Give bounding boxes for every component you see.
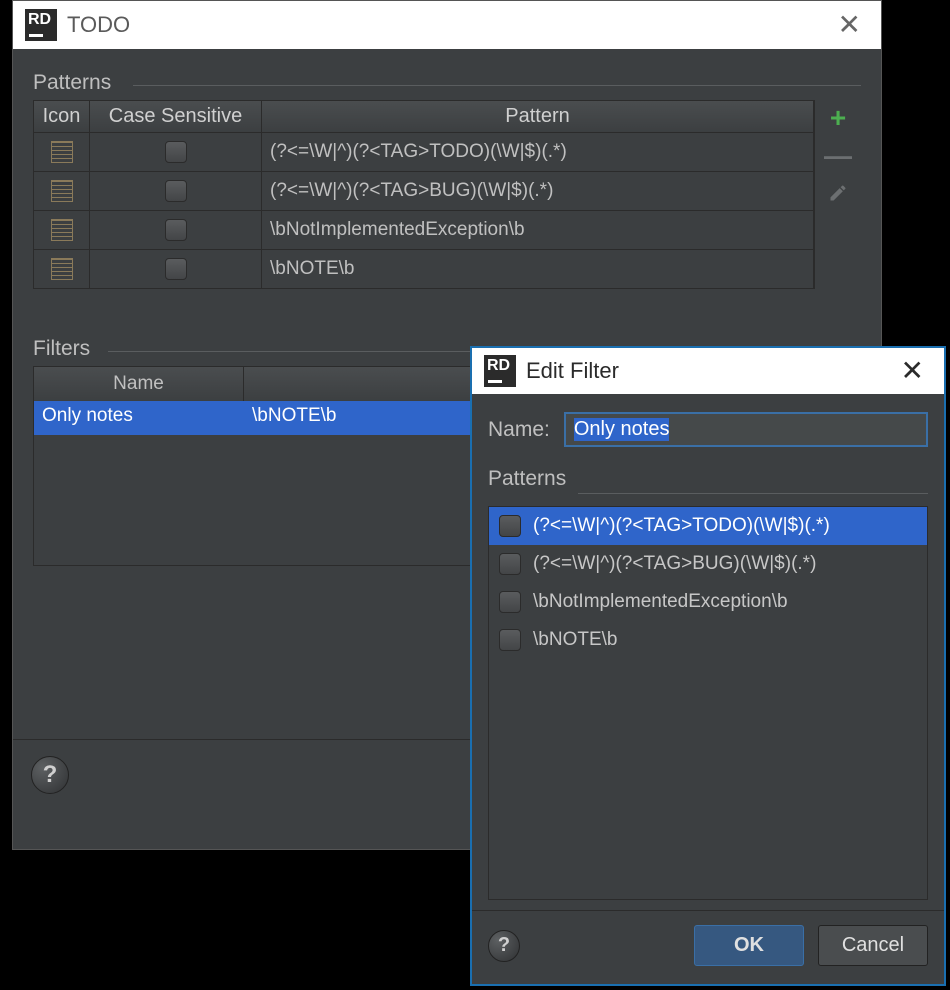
note-icon xyxy=(51,258,73,280)
close-icon[interactable]: ✕ xyxy=(830,11,869,39)
edit-title: Edit Filter xyxy=(526,358,893,384)
help-button[interactable]: ? xyxy=(31,756,69,794)
pattern-text: (?<=\W|^)(?<TAG>BUG)(\W|$)(.*) xyxy=(533,553,816,575)
table-row[interactable]: \bNOTE\b xyxy=(34,249,814,288)
remove-pattern-button[interactable]: — xyxy=(824,142,852,170)
rider-logo-icon: RD xyxy=(484,355,516,387)
pattern-text: (?<=\W|^)(?<TAG>TODO)(\W|$)(.*) xyxy=(533,515,830,537)
ok-button[interactable]: OK xyxy=(694,925,804,966)
pattern-cell: (?<=\W|^)(?<TAG>TODO)(\W|$)(.*) xyxy=(262,133,814,171)
pattern-checkbox[interactable] xyxy=(499,591,521,613)
pattern-cell: (?<=\W|^)(?<TAG>BUG)(\W|$)(.*) xyxy=(262,172,814,210)
patterns-table[interactable]: Icon Case Sensitive Pattern (?<=\W|^)(?<… xyxy=(33,100,815,289)
patterns-section-label: Patterns xyxy=(33,71,861,95)
rider-logo-icon: RD xyxy=(25,9,57,41)
case-sensitive-checkbox[interactable] xyxy=(165,180,187,202)
filter-col-header-name[interactable]: Name xyxy=(34,367,244,401)
help-button[interactable]: ? xyxy=(488,930,520,962)
main-title: TODO xyxy=(67,12,830,38)
case-sensitive-checkbox[interactable] xyxy=(165,258,187,280)
table-row[interactable]: \bNotImplementedException\b xyxy=(34,210,814,249)
list-item[interactable]: \bNotImplementedException\b xyxy=(489,583,927,621)
patterns-separator xyxy=(133,85,861,86)
cancel-button[interactable]: Cancel xyxy=(818,925,928,966)
case-sensitive-checkbox[interactable] xyxy=(165,141,187,163)
edit-pattern-button[interactable] xyxy=(828,180,848,208)
pattern-checkbox[interactable] xyxy=(499,515,521,537)
pattern-checkbox[interactable] xyxy=(499,553,521,575)
edit-body: Name: Patterns (?<=\W|^)(?<TAG>TODO)(\W|… xyxy=(472,394,944,910)
col-header-pattern[interactable]: Pattern xyxy=(262,101,814,132)
list-item[interactable]: (?<=\W|^)(?<TAG>BUG)(\W|$)(.*) xyxy=(489,545,927,583)
list-item[interactable]: \bNOTE\b xyxy=(489,621,927,659)
edit-filter-dialog: RD Edit Filter ✕ Name: Patterns (?<=\W|^… xyxy=(470,346,946,986)
edit-footer: ? OK Cancel xyxy=(472,910,944,984)
edit-patterns-label: Patterns xyxy=(488,467,928,491)
pattern-cell: \bNotImplementedException\b xyxy=(262,211,814,249)
edit-titlebar: RD Edit Filter ✕ xyxy=(472,348,944,394)
main-titlebar: RD TODO ✕ xyxy=(13,1,881,49)
note-icon xyxy=(51,141,73,163)
pattern-cell: \bNOTE\b xyxy=(262,250,814,288)
add-pattern-button[interactable]: + xyxy=(830,104,846,132)
edit-patterns-list[interactable]: (?<=\W|^)(?<TAG>TODO)(\W|$)(.*) (?<=\W|^)… xyxy=(488,506,928,900)
pencil-icon xyxy=(828,183,848,203)
edit-patterns-separator xyxy=(578,493,928,494)
pattern-checkbox[interactable] xyxy=(499,629,521,651)
name-row: Name: xyxy=(488,412,928,447)
note-icon xyxy=(51,219,73,241)
col-header-case-sensitive[interactable]: Case Sensitive xyxy=(90,101,262,132)
patterns-block: Icon Case Sensitive Pattern (?<=\W|^)(?<… xyxy=(33,100,861,289)
name-label: Name: xyxy=(488,418,550,442)
col-header-icon[interactable]: Icon xyxy=(34,101,90,132)
filter-name-cell: Only notes xyxy=(34,401,244,435)
pattern-text: \bNotImplementedException\b xyxy=(533,591,788,613)
note-icon xyxy=(51,180,73,202)
table-row[interactable]: (?<=\W|^)(?<TAG>BUG)(\W|$)(.*) xyxy=(34,171,814,210)
case-sensitive-checkbox[interactable] xyxy=(165,219,187,241)
close-icon[interactable]: ✕ xyxy=(893,357,932,385)
patterns-table-header: Icon Case Sensitive Pattern xyxy=(34,101,814,132)
patterns-section: Patterns Icon Case Sensitive Pattern (?<… xyxy=(33,71,861,289)
patterns-toolbar: + — xyxy=(815,100,861,289)
table-row[interactable]: (?<=\W|^)(?<TAG>TODO)(\W|$)(.*) xyxy=(34,132,814,171)
list-item[interactable]: (?<=\W|^)(?<TAG>TODO)(\W|$)(.*) xyxy=(489,507,927,545)
pattern-text: \bNOTE\b xyxy=(533,629,617,651)
filter-name-input[interactable] xyxy=(564,412,928,447)
